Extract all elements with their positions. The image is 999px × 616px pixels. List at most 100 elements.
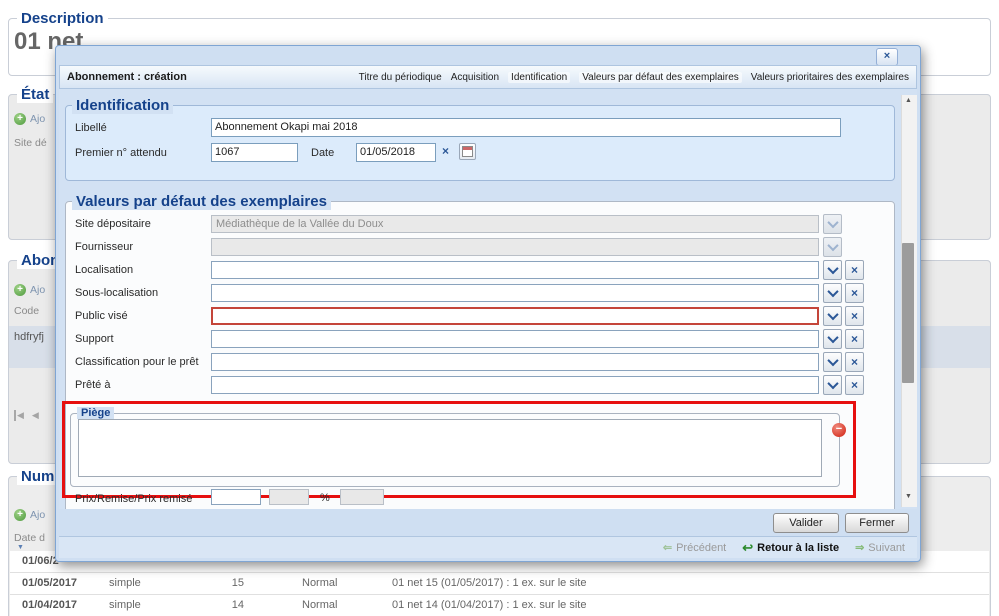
chevron-down-icon	[827, 355, 838, 366]
etat-legend: État	[17, 86, 53, 103]
scroll-up-icon[interactable]: ▲	[901, 97, 916, 104]
pager-prev-icon[interactable]: ◀	[32, 410, 39, 421]
add-icon: +	[14, 509, 26, 521]
cell-description: 01 net 14 (01/04/2017) : 1 ex. sur le si…	[392, 595, 586, 616]
chevron-down-icon	[827, 240, 838, 251]
pager-first-icon[interactable]: ◀	[14, 410, 24, 421]
arrow-left-icon: ⇐	[663, 541, 672, 554]
date-column-header[interactable]: Date d	[14, 532, 45, 544]
return-arrow-icon: ↩	[742, 540, 753, 556]
scrollbar-thumb[interactable]	[902, 243, 914, 383]
suivant-link: ⇒ Suivant	[855, 541, 905, 554]
dialog-titlebar: Abonnement : création Titre du périodiqu…	[59, 65, 917, 89]
screen: Description 01 net État + Ajo Site dé Ab…	[0, 0, 999, 616]
classification-pret-clear-button[interactable]: ×	[845, 352, 864, 372]
date-clear-icon[interactable]: ×	[442, 145, 449, 157]
fournisseur-combo	[211, 238, 819, 256]
classification-pret-combo[interactable]	[211, 353, 819, 371]
abonnements-add-label: Ajo	[30, 284, 45, 296]
piege-textarea[interactable]	[78, 419, 822, 477]
calendar-button[interactable]	[459, 143, 476, 160]
scroll-down-icon[interactable]: ▼	[901, 493, 916, 500]
clear-icon: ×	[851, 264, 858, 276]
localisation-clear-button[interactable]: ×	[845, 260, 864, 280]
fermer-button[interactable]: Fermer	[845, 513, 909, 533]
support-dropdown-button[interactable]	[823, 329, 842, 349]
nav-valeurs-prioritaires[interactable]: Valeurs prioritaires des exemplaires	[751, 72, 909, 83]
localisation-dropdown-button[interactable]	[823, 260, 842, 280]
cell-date: 01/05/2017	[22, 573, 77, 594]
premier-numero-input[interactable]: 1067	[211, 143, 298, 162]
prete-a-label: Prêté à	[75, 379, 110, 391]
remise-input	[269, 489, 309, 505]
public-vise-clear-button[interactable]: ×	[845, 306, 864, 326]
localisation-combo[interactable]	[211, 261, 819, 279]
dialog-section-nav: Titre du périodique Acquisition Identifi…	[359, 72, 909, 83]
selected-abonnement-code: hdfryfj	[14, 331, 44, 343]
localisation-label: Localisation	[75, 264, 133, 276]
nav-acquisition[interactable]: Acquisition	[451, 72, 499, 83]
close-icon[interactable]: ×	[876, 48, 898, 66]
piege-legend: Piège	[77, 407, 114, 419]
precedent-label: Précédent	[676, 542, 726, 554]
prete-a-dropdown-button[interactable]	[823, 375, 842, 395]
nav-valeurs-par-defaut[interactable]: Valeurs par défaut des exemplaires	[579, 72, 742, 83]
remove-icon[interactable]: −	[832, 423, 846, 437]
sort-desc-icon[interactable]: ▼	[17, 544, 24, 551]
prix-input[interactable]	[211, 489, 261, 505]
numeros-add-button[interactable]: + Ajo	[14, 509, 45, 521]
prete-a-clear-button[interactable]: ×	[845, 375, 864, 395]
retour-liste-link[interactable]: ↩ Retour à la liste	[742, 540, 839, 556]
sous-localisation-combo[interactable]	[211, 284, 819, 302]
identification-fieldset: Identification	[65, 97, 895, 181]
chevron-down-icon	[827, 263, 838, 274]
date-input[interactable]: 01/05/2018	[356, 143, 436, 162]
cell-date: 01/04/2017	[22, 595, 77, 616]
description-legend: Description	[17, 10, 108, 27]
classification-pret-dropdown-button[interactable]	[823, 352, 842, 372]
code-column-header[interactable]: Code	[14, 305, 39, 317]
date-label: Date	[311, 147, 334, 159]
table-row[interactable]: 01/04/2017 simple 14 Normal 01 net 14 (0…	[10, 595, 989, 616]
etat-site-label: Site dé	[14, 137, 47, 149]
public-vise-dropdown-button[interactable]	[823, 306, 842, 326]
chevron-down-icon	[827, 286, 838, 297]
valider-button[interactable]: Valider	[773, 513, 839, 533]
precedent-link: ⇐ Précédent	[663, 541, 726, 554]
percent-label: %	[320, 492, 330, 504]
clear-icon: ×	[851, 333, 858, 345]
etat-add-button[interactable]: + Ajo	[14, 113, 45, 125]
table-row[interactable]: 01/05/2017 simple 15 Normal 01 net 15 (0…	[10, 573, 989, 595]
cell-numero: 15	[220, 573, 244, 594]
prix-remise-input	[340, 489, 384, 505]
dialog-scroll-content: Identification Libellé Abonnement Okapi …	[59, 89, 917, 509]
nav-titre-du-periodique[interactable]: Titre du périodique	[359, 72, 442, 83]
clear-icon: ×	[851, 310, 858, 322]
abonnements-add-button[interactable]: + Ajo	[14, 284, 45, 296]
retour-liste-label: Retour à la liste	[757, 542, 839, 554]
nav-identification[interactable]: Identification	[508, 72, 570, 83]
pagination: ◀ ◀	[14, 410, 39, 421]
support-label: Support	[75, 333, 114, 345]
clear-icon: ×	[851, 379, 858, 391]
libelle-input[interactable]: Abonnement Okapi mai 2018	[211, 118, 841, 137]
cell-statut: Normal	[302, 595, 337, 616]
clear-icon: ×	[851, 287, 858, 299]
public-vise-label: Public visé	[75, 310, 128, 322]
support-clear-button[interactable]: ×	[845, 329, 864, 349]
chevron-down-icon	[827, 309, 838, 320]
public-vise-combo[interactable]	[211, 307, 819, 325]
abonnement-creation-dialog: × Abonnement : création Titre du périodi…	[55, 45, 921, 562]
sous-localisation-label: Sous-localisation	[75, 287, 158, 299]
prete-a-combo[interactable]	[211, 376, 819, 394]
premier-numero-label: Premier n° attendu	[75, 147, 167, 159]
cell-date: 01/06/2	[22, 551, 59, 572]
support-combo[interactable]	[211, 330, 819, 348]
dialog-footer: ⇐ Précédent ↩ Retour à la liste ⇒ Suivan…	[59, 536, 917, 558]
sous-localisation-dropdown-button[interactable]	[823, 283, 842, 303]
site-depositaire-combo: Médiathèque de la Vallée du Doux	[211, 215, 819, 233]
sous-localisation-clear-button[interactable]: ×	[845, 283, 864, 303]
fournisseur-dropdown-button	[823, 237, 842, 257]
clear-icon: ×	[851, 356, 858, 368]
cell-statut: Normal	[302, 573, 337, 594]
